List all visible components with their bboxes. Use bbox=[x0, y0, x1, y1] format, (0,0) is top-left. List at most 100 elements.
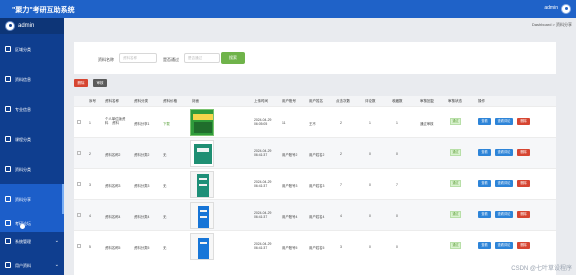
sidebar-item-label: 系统管理 bbox=[15, 239, 31, 244]
header-user-name: 用户姓名 bbox=[309, 99, 323, 103]
delete-button[interactable]: 删除 bbox=[74, 79, 88, 87]
view-comments-button[interactable]: 查看评论 bbox=[495, 149, 513, 156]
row-category: 资料分类2 bbox=[134, 153, 150, 157]
row-upload-time: 2024-04-29 06:41:37 bbox=[254, 180, 272, 188]
row-favorites: 1 bbox=[396, 121, 398, 125]
sidebar-item-user-profile[interactable]: 用户资料 ⌄ bbox=[0, 250, 64, 275]
row-category: 资料分类5 bbox=[134, 246, 150, 250]
header-index: 序号 bbox=[89, 99, 96, 103]
sidebar-item-major-info[interactable]: 专业信息 bbox=[0, 94, 64, 124]
view-button[interactable]: 查看 bbox=[478, 180, 491, 187]
review-button[interactable]: 审核 bbox=[93, 79, 107, 87]
view-comments-button[interactable]: 查看评论 bbox=[495, 242, 513, 249]
table-row: 4 资料名称4 资料分类4 无 2024-04-29 06:41:37 用户账号… bbox=[74, 199, 556, 230]
material-name-input[interactable]: 资料名称 bbox=[119, 53, 157, 63]
row-user-name: 用户姓名2 bbox=[309, 153, 325, 157]
cover-image bbox=[190, 140, 214, 167]
material-table: 序号 资料名称 资料分类 资料价格 封面 上传时间 用户账号 用户姓名 点击次数… bbox=[74, 96, 556, 275]
view-button[interactable]: 查看 bbox=[478, 242, 491, 249]
row-checkbox[interactable] bbox=[77, 244, 81, 248]
cover-image bbox=[190, 202, 214, 229]
header-comments: 评论数 bbox=[365, 99, 376, 103]
view-button[interactable]: 查看 bbox=[478, 149, 491, 156]
header-name: 资料名称 bbox=[105, 99, 119, 103]
row-index: 5 bbox=[89, 245, 91, 249]
row-account: 11 bbox=[282, 121, 286, 125]
sidebar-item-label: 资料信息 bbox=[15, 77, 31, 82]
row-name: 资料名称2 bbox=[105, 153, 121, 157]
row-comments: 0 bbox=[369, 183, 371, 187]
row-checkbox[interactable] bbox=[77, 213, 81, 217]
row-name: 个人单位版资料 资料 bbox=[105, 117, 126, 125]
row-favorites: 0 bbox=[396, 152, 398, 156]
view-comments-button[interactable]: 查看评论 bbox=[495, 211, 513, 218]
user-icon bbox=[5, 262, 11, 268]
view-button[interactable]: 查看 bbox=[478, 118, 491, 125]
delete-row-button[interactable]: 删除 bbox=[517, 211, 530, 218]
sidebar-item-label: 资料分享 bbox=[15, 197, 31, 202]
row-category: 资料分享1 bbox=[134, 122, 150, 126]
row-account: 用户账号4 bbox=[282, 215, 298, 219]
table-header: 序号 资料名称 资料分类 资料价格 封面 上传时间 用户账号 用户姓名 点击次数… bbox=[74, 96, 556, 106]
sidebar-item-label: 区域分类 bbox=[15, 47, 31, 52]
sidebar-item-label: 资料分类 bbox=[15, 167, 31, 172]
sidebar-item-label: 课程分类 bbox=[15, 137, 31, 142]
row-price: 无 bbox=[163, 246, 167, 250]
sidebar-item-region-category[interactable]: 区域分类 bbox=[0, 34, 64, 64]
sidebar-item-label: 用户资料 bbox=[15, 263, 31, 268]
delete-row-button[interactable]: 删除 bbox=[517, 149, 530, 156]
row-comments: 0 bbox=[369, 152, 371, 156]
watermark: CSDN @七叶草设程序 bbox=[511, 266, 572, 272]
sidebar-item-course-category[interactable]: 课程分类 bbox=[0, 124, 64, 154]
profile-name: admin bbox=[18, 23, 35, 29]
row-checkbox[interactable] bbox=[77, 120, 81, 124]
status-badge: 通过 bbox=[450, 211, 461, 218]
view-comments-button[interactable]: 查看评论 bbox=[495, 180, 513, 187]
list-icon bbox=[5, 106, 11, 112]
row-index: 1 bbox=[89, 121, 91, 125]
view-comments-button[interactable]: 查看评论 bbox=[495, 118, 513, 125]
delete-row-button[interactable]: 删除 bbox=[517, 242, 530, 249]
cover-image bbox=[190, 171, 214, 198]
review-status-select[interactable]: 是否通过 bbox=[184, 53, 220, 63]
status-badge: 通过 bbox=[450, 180, 461, 187]
delete-row-button[interactable]: 删除 bbox=[517, 118, 530, 125]
row-reply: 通过审核 bbox=[420, 122, 434, 126]
sidebar-item-material-sharing[interactable]: 资料分享 bbox=[0, 184, 64, 214]
sidebar-item-material-info[interactable]: 资料信息 bbox=[0, 64, 64, 94]
row-clicks: 7 bbox=[340, 183, 342, 187]
book-icon bbox=[5, 76, 11, 82]
search-label-review: 是否通过 bbox=[163, 57, 179, 62]
status-badge: 通过 bbox=[450, 242, 461, 249]
grid-icon bbox=[5, 46, 11, 52]
delete-row-button[interactable]: 删除 bbox=[517, 180, 530, 187]
row-user-name: 用户姓名3 bbox=[309, 184, 325, 188]
table-row: 3 资料名称3 资料分类3 无 2024-04-29 06:41:37 用户账号… bbox=[74, 168, 556, 199]
row-upload-time: 2024-04-29 06:41:37 bbox=[254, 211, 272, 219]
sidebar-item-material-category[interactable]: 资料分类 bbox=[0, 154, 64, 184]
app-title: "聚力"考研互助系统 bbox=[12, 7, 75, 14]
view-button[interactable]: 查看 bbox=[478, 211, 491, 218]
search-panel: 资料名称 资料名称 是否通过 是否通过 搜索 bbox=[74, 42, 556, 74]
header-status: 审核状态 bbox=[448, 99, 462, 103]
header-username[interactable]: admin bbox=[544, 5, 558, 11]
chevron-down-icon: ⌄ bbox=[54, 262, 59, 268]
row-name: 资料名称4 bbox=[105, 215, 121, 219]
breadcrumb: Dashboard > 资料分享 bbox=[531, 22, 572, 27]
row-price: 无 bbox=[163, 153, 167, 157]
sidebar: admin 区域分类 资料信息 专业信息 课程分类 资料分类 资料分享 考研论坛… bbox=[0, 18, 64, 275]
header-clicks: 点击次数 bbox=[336, 99, 350, 103]
row-category: 资料分类3 bbox=[134, 184, 150, 188]
status-badge: 通过 bbox=[450, 149, 461, 156]
row-checkbox[interactable] bbox=[77, 182, 81, 186]
row-checkbox[interactable] bbox=[77, 151, 81, 155]
row-account: 用户账号3 bbox=[282, 184, 298, 188]
avatar bbox=[5, 21, 15, 31]
user-avatar-icon[interactable] bbox=[561, 4, 571, 14]
search-button[interactable]: 搜索 bbox=[221, 52, 245, 64]
row-upload-time: 2024-04-29 06:41:37 bbox=[254, 149, 272, 157]
table-row: 5 资料名称5 资料分类5 无 2024-04-29 06:41:37 用户账号… bbox=[74, 230, 556, 261]
row-clicks: 4 bbox=[340, 214, 342, 218]
row-user-name: 用户姓名5 bbox=[309, 246, 325, 250]
header-favorites: 收藏数 bbox=[392, 99, 403, 103]
